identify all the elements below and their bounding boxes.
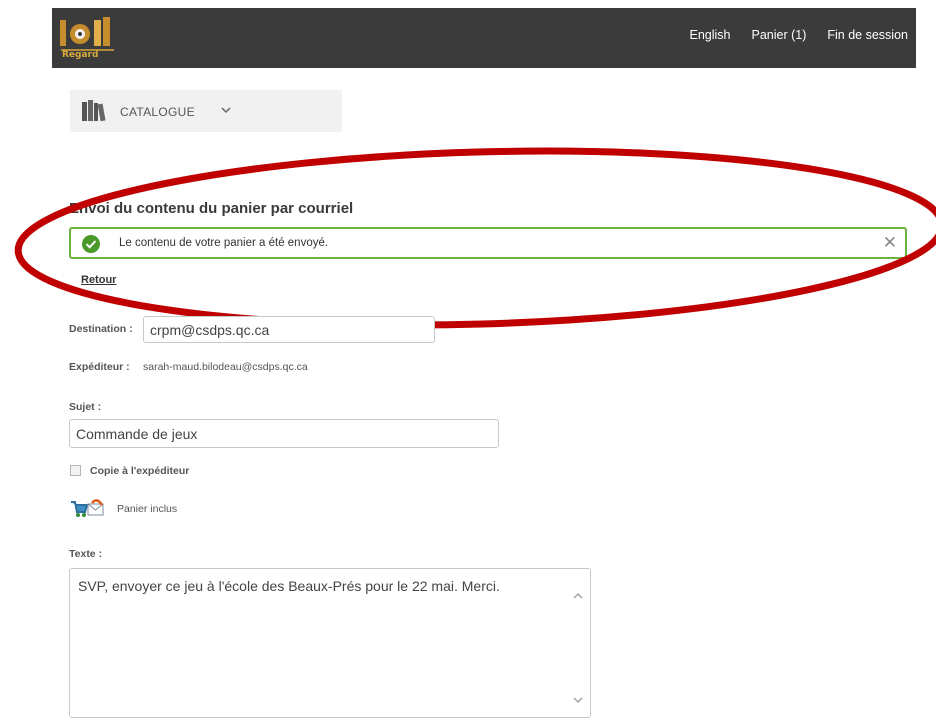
destination-label: Destination :	[69, 323, 133, 335]
nav-english[interactable]: English	[690, 28, 731, 42]
top-nav: English Panier (1) Fin de session	[690, 28, 909, 42]
catalogue-label: CATALOGUE	[120, 105, 195, 119]
check-circle-icon	[82, 235, 100, 258]
text-label: Texte :	[69, 548, 103, 560]
close-icon[interactable]: ✕	[883, 233, 897, 253]
success-alert: Le contenu de votre panier a été envoyé.…	[69, 227, 907, 259]
sender-value: sarah-maud.bilodeau@csdps.qc.ca	[143, 361, 308, 373]
message-text: SVP, envoyer ce jeu à l'école des Beaux-…	[78, 578, 500, 594]
subject-label: Sujet :	[69, 401, 102, 413]
nav-panier[interactable]: Panier (1)	[752, 28, 807, 42]
alert-message: Le contenu de votre panier a été envoyé.	[119, 237, 329, 249]
chevron-up-icon[interactable]	[572, 587, 584, 605]
copy-checkbox[interactable]	[70, 465, 81, 476]
nav-fin-de-session[interactable]: Fin de session	[827, 28, 908, 42]
message-textarea[interactable]: SVP, envoyer ce jeu à l'école des Beaux-…	[69, 568, 591, 718]
page-title: Envoi du contenu du panier par courriel	[69, 200, 354, 217]
chevron-down-scroll-icon[interactable]	[572, 691, 584, 709]
logo-text: Regard	[62, 50, 99, 60]
top-bar: Regard English Panier (1) Fin de session	[52, 8, 916, 68]
regard-logo[interactable]: Regard	[58, 14, 118, 62]
back-link[interactable]: Retour	[81, 274, 116, 286]
subject-field[interactable]	[69, 419, 499, 448]
cart-mail-icon	[70, 499, 106, 524]
chevron-down-icon	[220, 102, 232, 120]
copy-label: Copie à l'expéditeur	[90, 465, 190, 477]
destination-field[interactable]	[143, 316, 435, 343]
books-icon	[82, 100, 108, 127]
cart-included-label: Panier inclus	[117, 503, 178, 515]
regard-logo-graphic	[60, 17, 114, 51]
sender-label: Expéditeur :	[69, 361, 130, 373]
catalogue-menu[interactable]: CATALOGUE	[70, 90, 342, 132]
